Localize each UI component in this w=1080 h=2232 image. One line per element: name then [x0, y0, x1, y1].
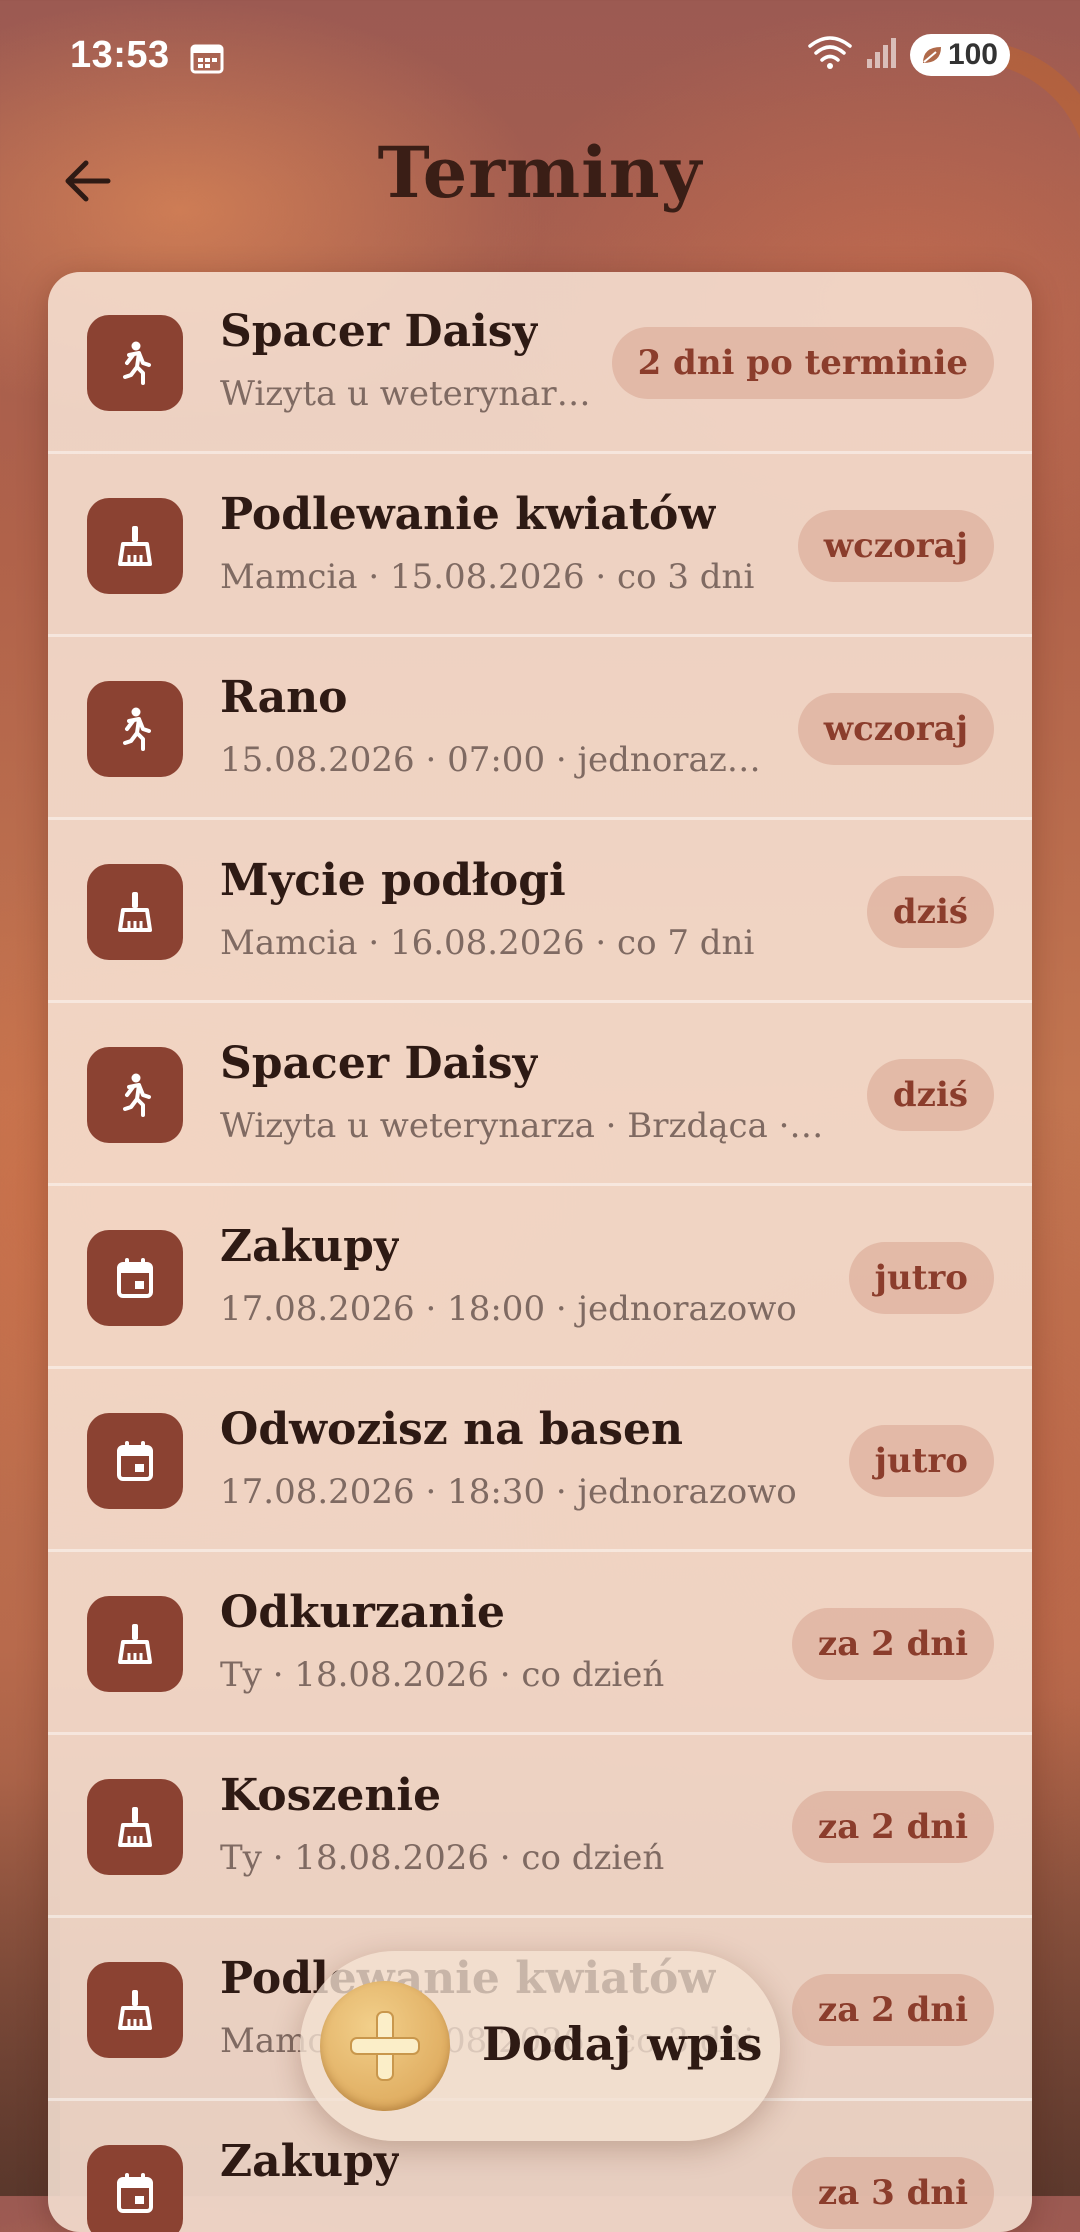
item-subtitle: Ty · 18.08.2026 · co dzień	[220, 1655, 665, 1695]
walk-icon	[87, 681, 183, 777]
item-title: Koszenie	[220, 1770, 442, 1821]
list-item[interactable]: Zakupy 17.08.2026 · 18:00 · jednorazowo …	[48, 1187, 1032, 1369]
status-badge: za 2 dni	[791, 1974, 994, 2046]
status-time: 13:53	[70, 34, 170, 76]
list-item[interactable]: Podlewanie kwiatów Mamcia · 15.08.2026 ·…	[48, 455, 1032, 637]
broom-icon	[87, 1962, 183, 2058]
item-title: Mycie podłogi	[220, 855, 566, 906]
status-badge: wczoraj	[797, 693, 994, 765]
broom-icon	[87, 1596, 183, 1692]
status-indicators: 100	[808, 34, 1010, 76]
item-title: Odwozisz na basen	[220, 1404, 683, 1455]
item-title: Spacer Daisy	[220, 306, 539, 357]
list-item[interactable]: Odkurzanie Ty · 18.08.2026 · co dzień za…	[48, 1553, 1032, 1735]
item-subtitle: 17.08.2026 · 18:30 · jednorazowo	[220, 1472, 797, 1512]
item-subtitle: Ty · 18.08.2026 · co dzień	[220, 1838, 665, 1878]
add-entry-label: Dodaj wpis	[482, 2017, 763, 2071]
status-badge: jutro	[848, 1425, 994, 1497]
list-item[interactable]: Rano 15.08.2026 · 07:00 · jednorazo… wcz…	[48, 638, 1032, 820]
calendar-icon	[87, 1413, 183, 1509]
signal-icon	[866, 37, 896, 74]
item-subtitle: Mamcia · 15.08.2026 · co 3 dni	[220, 557, 755, 597]
status-badge: dziś	[866, 876, 994, 948]
app-header: Terminy	[0, 125, 1080, 235]
item-subtitle: 17.08.2026 · 18:00 · jednorazowo	[220, 1289, 797, 1329]
list-item[interactable]: Koszenie Ty · 18.08.2026 · co dzień za 2…	[48, 1736, 1032, 1918]
item-title: Zakupy	[220, 2136, 400, 2187]
walk-icon	[87, 1047, 183, 1143]
status-badge: wczoraj	[797, 510, 994, 582]
status-badge: jutro	[848, 1242, 994, 1314]
list-item[interactable]: Odwozisz na basen 17.08.2026 · 18:30 · j…	[48, 1370, 1032, 1552]
deadlines-list: Spacer Daisy Wizyta u weterynar… 2 dni p…	[48, 272, 1032, 2232]
list-item[interactable]: Spacer Daisy Wizyta u weterynarza · Brzd…	[48, 1004, 1032, 1186]
item-title: Rano	[220, 672, 348, 723]
broom-icon	[87, 498, 183, 594]
status-bar: 13:53 100	[0, 0, 1080, 110]
item-title: Odkurzanie	[220, 1587, 505, 1638]
leaf-icon	[922, 47, 941, 63]
status-badge: za 2 dni	[791, 1608, 994, 1680]
battery-indicator: 100	[909, 34, 1010, 76]
item-subtitle: Wizyta u weterynar…	[220, 374, 591, 414]
item-title: Zakupy	[220, 1221, 400, 1272]
plus-icon	[320, 1981, 450, 2111]
walk-icon	[87, 315, 183, 411]
broom-icon	[87, 1779, 183, 1875]
page-title: Terminy	[377, 131, 703, 214]
calendar-status-icon	[190, 42, 224, 79]
wifi-icon	[808, 35, 852, 75]
calendar-icon	[87, 2145, 183, 2232]
item-title: Spacer Daisy	[220, 1038, 539, 1089]
item-subtitle: 15.08.2026 · 07:00 · jednorazo…	[220, 740, 780, 780]
background-foliage-right	[1030, 1696, 1080, 2196]
list-item[interactable]: Spacer Daisy Wizyta u weterynar… 2 dni p…	[48, 272, 1032, 454]
status-badge: 2 dni po terminie	[611, 327, 994, 399]
item-subtitle: Mamcia · 16.08.2026 · co 7 dni	[220, 923, 755, 963]
calendar-icon	[87, 1230, 183, 1326]
item-title: Podlewanie kwiatów	[220, 489, 717, 540]
battery-level: 100	[947, 38, 998, 71]
status-badge: dziś	[866, 1059, 994, 1131]
list-item[interactable]: Mycie podłogi Mamcia · 16.08.2026 · co 7…	[48, 821, 1032, 1003]
item-subtitle: Wizyta u weterynarza · Brzdąca ·…	[220, 1106, 824, 1146]
add-entry-button[interactable]: Dodaj wpis	[300, 1951, 780, 2141]
broom-icon	[87, 864, 183, 960]
status-badge: za 2 dni	[791, 1791, 994, 1863]
status-badge: za 3 dni	[791, 2157, 994, 2229]
